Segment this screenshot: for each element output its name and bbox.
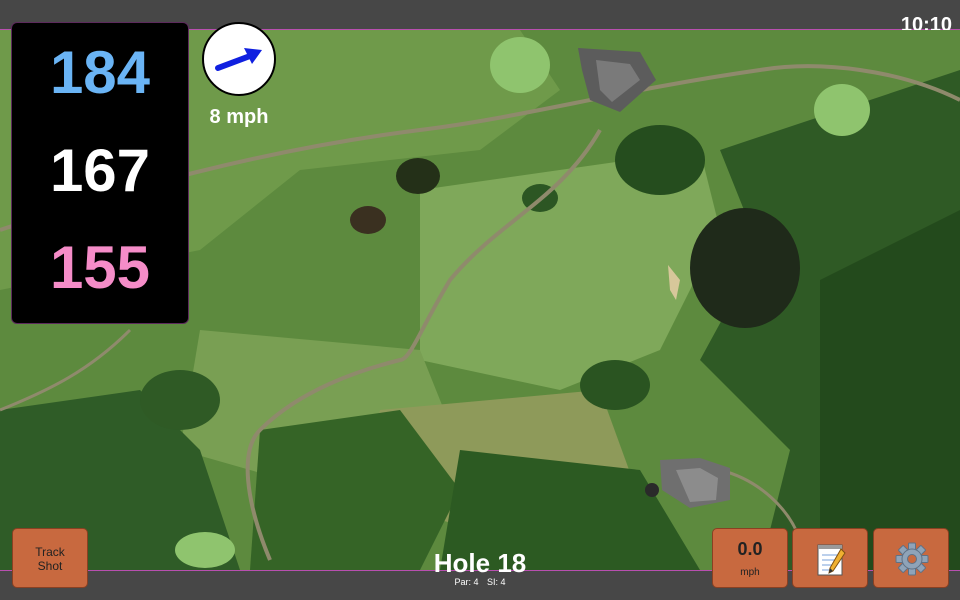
scorecard-notes-button[interactable] bbox=[792, 528, 868, 588]
hole-title: Hole 18 bbox=[433, 548, 527, 578]
hole-stroke-index: SI: 4 bbox=[487, 577, 506, 587]
speed-unit: mph bbox=[740, 567, 760, 578]
yardage-panel: 184 167 155 bbox=[11, 22, 189, 324]
notepad-pencil-icon bbox=[817, 544, 846, 576]
wind-speed: 8 mph bbox=[209, 106, 269, 128]
middle-yardage: 167 bbox=[49, 137, 151, 204]
speed-value: 0.0 bbox=[737, 539, 763, 559]
back-yardage: 184 bbox=[49, 39, 151, 106]
settings-button[interactable] bbox=[873, 528, 949, 588]
hole-par: Par: 4 bbox=[454, 577, 479, 587]
front-yardage: 155 bbox=[49, 234, 151, 301]
wind-arrow-icon bbox=[215, 48, 262, 71]
track-shot-label-line1: Track bbox=[35, 545, 65, 559]
speed-button[interactable]: 0.0 mph bbox=[712, 528, 788, 588]
track-shot-button[interactable]: Track Shot bbox=[12, 528, 88, 588]
gear-icon bbox=[895, 542, 929, 576]
wind-direction-dial bbox=[202, 22, 276, 96]
track-shot-label-line2: Shot bbox=[37, 559, 63, 573]
hole-details: Par: 4 SI: 4 bbox=[380, 577, 580, 587]
